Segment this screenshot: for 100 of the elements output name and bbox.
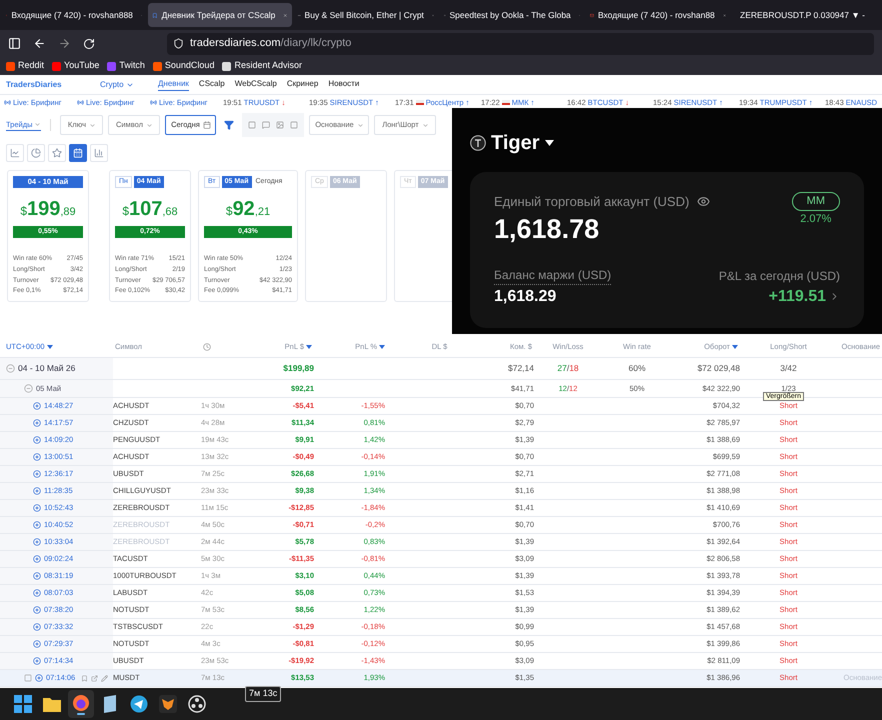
chevron-down-icon	[89, 122, 96, 128]
pnl-label: P&L за сегодня (USD)	[718, 268, 840, 284]
nav-link[interactable]: CScalp	[198, 78, 225, 91]
table-cell-text: $72 029,48	[696, 362, 740, 375]
mm-badge: MM	[792, 192, 840, 210]
fox-icon	[159, 695, 177, 713]
nav-link[interactable]: WebCScalp	[234, 78, 277, 91]
expand-icon[interactable]	[33, 572, 41, 580]
line-chart-icon	[10, 148, 20, 158]
filter-icon[interactable]	[224, 120, 234, 130]
expand-icon[interactable]	[33, 555, 41, 563]
reload-icon[interactable]	[83, 38, 95, 50]
expand-icon[interactable]	[33, 606, 41, 614]
checkbox[interactable]	[24, 674, 32, 682]
market-dropdown[interactable]: Crypto	[100, 78, 158, 90]
bar-chart-icon	[94, 148, 104, 158]
sort-caret-icon	[46, 344, 53, 348]
broadcast-icon	[77, 99, 84, 106]
expand-icon[interactable]	[33, 657, 41, 665]
windows-icon	[14, 695, 32, 713]
logo[interactable]: TradersDiaries	[6, 78, 100, 90]
browser-tab[interactable]: ZEREBROUSDT.P 0.030947 ▼ -	[732, 3, 876, 27]
account-label: Единый торговый аккаунт (USD)	[494, 193, 690, 211]
line-chart-view-button[interactable]	[6, 144, 24, 162]
back-icon[interactable]	[33, 37, 46, 50]
expand-icon[interactable]	[33, 470, 41, 478]
sort-caret-icon	[306, 344, 312, 348]
calendar-icon	[73, 148, 83, 158]
browser-icon	[72, 694, 90, 712]
pie-chart-view-button[interactable]	[27, 144, 45, 162]
sidebar-icon[interactable]	[8, 37, 21, 50]
expand-icon[interactable]	[33, 504, 41, 512]
clock-icon	[203, 342, 211, 351]
browser-tab[interactable]: Дневник Трейдера от CScalp	[148, 3, 292, 27]
star-icon	[52, 148, 62, 158]
external-link-icon[interactable]	[91, 674, 98, 682]
url-text: tradersdiaries.com/diary/lk/crypto	[190, 36, 352, 52]
account-name[interactable]: Tiger	[491, 128, 540, 158]
account-logo-icon	[470, 135, 486, 151]
margin-balance: 1,618.29	[494, 286, 558, 306]
tab-title: Входящие (7 420) - rovshan888	[11, 8, 133, 22]
chevron-down-icon	[356, 122, 364, 128]
table-cell-text: 27/18	[556, 362, 580, 375]
browser-tab[interactable]: Входящие (7 420) - rovshan88	[586, 3, 730, 27]
expand-icon[interactable]	[33, 623, 41, 631]
expand-icon[interactable]	[33, 589, 41, 597]
chevron-down-icon	[146, 122, 153, 128]
expand-icon[interactable]	[35, 674, 43, 682]
address-field[interactable]: tradersdiaries.com/diary/lk/crypto	[167, 32, 874, 54]
expand-icon[interactable]	[33, 487, 41, 495]
broadcast-icon	[4, 99, 11, 106]
nav-link[interactable]: Скринер	[286, 78, 318, 91]
account-balance: 1,618.78	[494, 212, 600, 246]
tab-title: Дневник Трейдера от CScalp	[162, 8, 276, 22]
browser-tab[interactable]: Buy & Sell Bitcoin, Ether | Crypt	[294, 3, 438, 27]
expand-icon[interactable]	[33, 521, 41, 529]
expand-icon[interactable]	[33, 436, 41, 444]
table-cell-text: $199,89	[282, 362, 314, 375]
flag-icon	[416, 100, 424, 105]
image-icon[interactable]	[276, 121, 284, 129]
pnl-today[interactable]: +119.51	[768, 284, 826, 308]
edit-icon[interactable]	[101, 674, 108, 682]
tooltip: 7м 13с	[245, 686, 282, 702]
bookmark-link[interactable]: Resident Advisor	[222, 59, 302, 73]
table-cell-text: $72,14	[507, 362, 534, 375]
shield-icon[interactable]	[173, 38, 184, 49]
browser-tab[interactable]: Speedtest by Ookla - The Globa	[440, 3, 584, 27]
pnl-amount: $199,89	[19, 197, 77, 222]
tab-title: Speedtest by Ookla - The Globa	[450, 8, 571, 22]
message-icon[interactable]	[262, 121, 270, 129]
expand-icon[interactable]	[33, 538, 41, 546]
eye-icon[interactable]	[697, 195, 710, 208]
bookmark-link[interactable]: SoundCloud	[152, 59, 214, 73]
caret-icon[interactable]	[544, 140, 554, 146]
sort-caret-icon	[732, 344, 738, 348]
nav-link[interactable]: Новости	[328, 78, 360, 91]
bookmark-link[interactable]: Reddit	[6, 59, 44, 73]
browser-tab[interactable]: Входящие (7 420) - rovshan888	[2, 3, 146, 27]
tab-title: Входящие (7 420) - rovshan88	[598, 8, 715, 22]
expand-icon[interactable]	[33, 402, 41, 410]
expand-icon[interactable]	[33, 419, 41, 427]
bar-chart-view-button[interactable]	[90, 144, 108, 162]
pnl-amount: $107,68	[121, 197, 179, 222]
tab-title: ZEREBROUSDT.P 0.030947 ▼ -	[740, 8, 865, 22]
margin-label: Баланс маржи (USD)	[494, 266, 612, 284]
mm-value: 2.07%	[800, 212, 832, 226]
notepad-icon	[102, 695, 118, 713]
nav-link[interactable]: Дневник	[158, 78, 189, 91]
broadcast-icon	[150, 99, 157, 106]
expand-icon[interactable]	[33, 640, 41, 648]
expand-icon[interactable]	[33, 453, 41, 461]
calendar-view-button[interactable]	[69, 144, 87, 162]
paper-plane-icon	[130, 695, 148, 713]
tab-title: Buy & Sell Bitcoin, Ether | Crypt	[304, 8, 424, 22]
forward-icon[interactable]	[58, 37, 71, 50]
bookmark-link[interactable]: Twitch	[107, 59, 145, 73]
star-view-button[interactable]	[48, 144, 66, 162]
chevron-down-icon	[34, 121, 42, 128]
bookmark-link[interactable]: YouTube	[52, 59, 100, 73]
flag-icon	[502, 100, 510, 105]
